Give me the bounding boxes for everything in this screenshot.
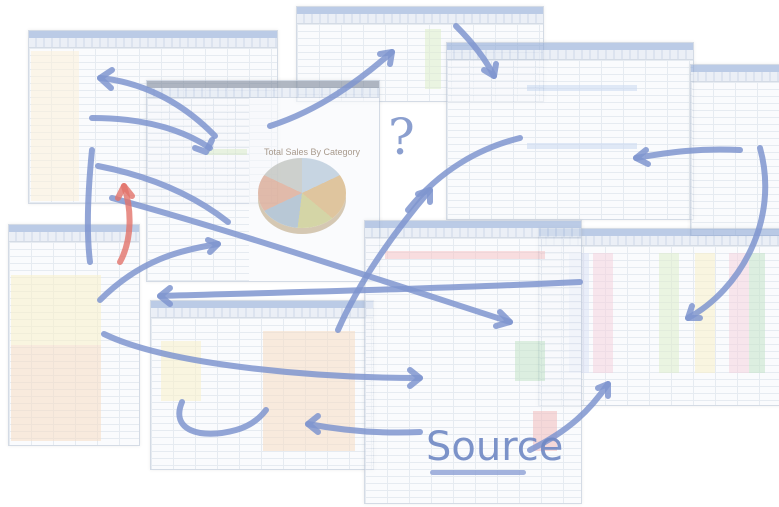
arrow-icon [453, 23, 497, 79]
arrow-icon [685, 145, 769, 321]
arrow-icon [305, 421, 423, 436]
arrow-icon [97, 241, 221, 303]
arrow-icon [84, 147, 95, 265]
arrow-overlay [84, 23, 769, 453]
arrow-icon [89, 115, 213, 151]
arrow-icon [267, 49, 395, 129]
arrow-icon [633, 146, 743, 161]
arrow-icon [176, 399, 269, 437]
arrow-icon [101, 331, 423, 381]
collage: Total Sales By Category ? Source [0, 0, 779, 507]
arrow-icon [335, 187, 433, 333]
source-underline [430, 470, 526, 475]
question-icon: ? [388, 108, 415, 166]
source-label: Source [426, 424, 564, 470]
arrow-icon [157, 279, 583, 299]
